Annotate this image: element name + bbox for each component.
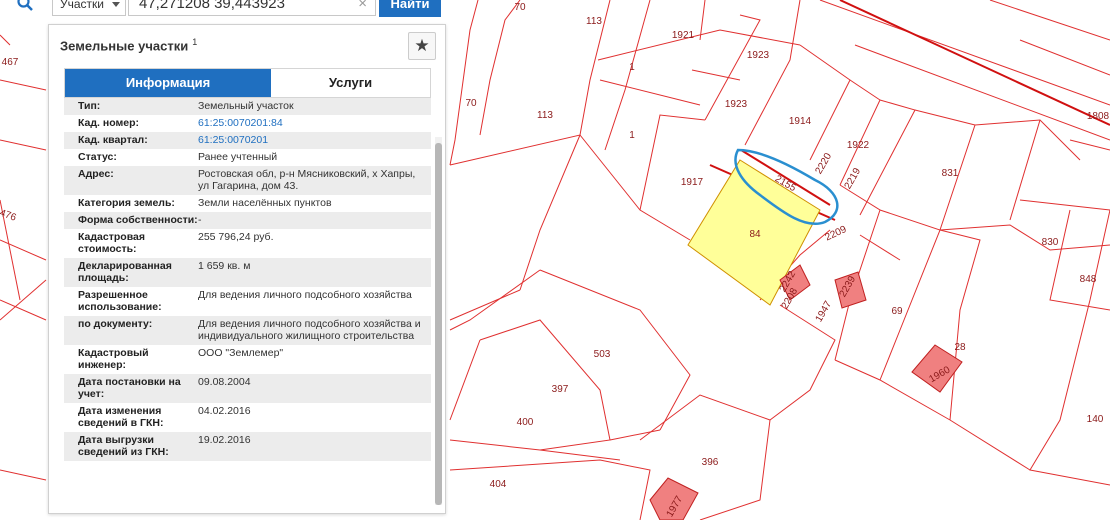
parcel-label: 2209 (824, 224, 849, 244)
panel-title-text: Земельные участки (60, 38, 189, 54)
parcel-label: 1914 (789, 116, 812, 127)
info-row-value: 255 796,24 руб. (198, 231, 274, 243)
info-row-key: Дата изменения сведений в ГКН: (78, 405, 164, 429)
info-row: Дата изменения сведений в ГКН: 04.02.2016 (64, 403, 431, 432)
info-row-key: Декларированная площадь: (78, 260, 172, 284)
search-icon (17, 0, 33, 11)
parcel-label: 2219 (843, 166, 864, 191)
parcel-label: 1917 (681, 177, 704, 188)
parcel-label: 397 (552, 384, 569, 395)
search-bar: Участки 47,271208 39,443923 × Найти (0, 0, 441, 18)
parcel-label: 1 (629, 62, 635, 73)
info-panel: Земельные участки 1 ★ Информация Услуги Т… (48, 24, 446, 514)
tab-info[interactable]: Информация (65, 69, 271, 97)
find-button[interactable]: Найти (379, 0, 441, 17)
parcel-label: 476 (0, 208, 18, 224)
info-row: Статус: Ранее учтенный (64, 149, 431, 166)
parcel-label: 113 (586, 16, 602, 27)
parcel-label: 1947 (814, 299, 835, 324)
info-row-key: Категория земель: (78, 197, 175, 209)
search-query: 47,271208 39,443923 (139, 0, 285, 12)
parcel-label: 140 (1087, 414, 1104, 425)
info-row-key: по документу: (78, 318, 153, 330)
parcel-label: 1922 (847, 140, 870, 151)
info-row-value: Для ведения личного подсобного хозяйства (198, 289, 412, 301)
parcel-label: 404 (490, 479, 507, 490)
search-input[interactable]: 47,271208 39,443923 × (128, 0, 376, 16)
parcel-label: 69 (891, 306, 903, 317)
panel-title-count: 1 (192, 37, 198, 47)
parcel-label: 28 (954, 342, 966, 353)
info-row: Декларированная площадь: 1 659 кв. м (64, 258, 431, 287)
info-row-value: Земельный участок (198, 100, 294, 112)
info-row: Кад. квартал: 61:25:0070201 (64, 132, 431, 149)
parcel-label: 1921 (672, 30, 695, 41)
info-row: Кадастровая стоимость: 255 796,24 руб. (64, 229, 431, 258)
info-row-key: Кад. номер: (78, 117, 140, 129)
info-row-value: Для ведения личного подсобного хозяйства… (198, 318, 421, 342)
favorite-button[interactable]: ★ (408, 32, 436, 60)
info-row-key: Дата постановки на учет: (78, 376, 181, 400)
parcel-label: 1923 (725, 99, 748, 110)
info-row-key: Кад. квартал: (78, 134, 148, 146)
info-row: Кадастровый инженер: ООО "Землемер" (64, 345, 431, 374)
info-row-link[interactable]: 61:25:0070201 (198, 134, 431, 146)
info-row-value: Земли населённых пунктов (198, 197, 332, 209)
parcel-label: 113 (537, 110, 553, 121)
search-button[interactable] (0, 0, 46, 18)
parcel-label: 70 (465, 98, 477, 109)
scrollbar-thumb[interactable] (435, 143, 442, 505)
parcel-label: 2220 (814, 151, 835, 176)
info-row: Тип: Земельный участок (64, 98, 431, 115)
info-row: по документу: Для ведения личного подсобн… (64, 316, 431, 345)
info-row-value: 1 659 кв. м (198, 260, 251, 272)
info-row: Форма собственности: - (64, 212, 431, 229)
info-row-key: Разрешенное использование: (78, 289, 162, 313)
info-row-value: 19.02.2016 (198, 434, 251, 446)
parcel-label: 1923 (747, 50, 770, 61)
info-row-key: Адрес: (78, 168, 114, 180)
info-row: Дата выгрузки сведений из ГКН: 19.02.2016 (64, 432, 431, 461)
info-row-link[interactable]: 61:25:0070201:84 (198, 117, 431, 129)
parcel-label: 1 (629, 130, 635, 141)
search-type-label: Участки (60, 0, 104, 11)
parcel-label: 467 (2, 57, 19, 68)
info-row-value: 09.08.2004 (198, 376, 251, 388)
info-row-key: Статус: (78, 151, 117, 163)
info-row-value: Ростовская обл, р-н Мясниковский, х Хапр… (198, 168, 416, 192)
info-row: Категория земель: Земли населённых пункто… (64, 195, 431, 212)
info-row-key: Кадастровая стоимость: (78, 231, 145, 255)
chevron-down-icon (112, 2, 120, 7)
parcel-label: 1808 (1087, 111, 1110, 122)
parcel-label: 848 (1080, 274, 1097, 285)
info-row-value: - (198, 214, 202, 226)
parcel-label: 84 (749, 229, 761, 240)
panel-tabs: Информация Услуги (64, 68, 431, 98)
info-row-value: Ранее учтенный (198, 151, 278, 163)
info-row-key: Дата выгрузки сведений из ГКН: (78, 434, 169, 458)
info-row-key: Форма собственности: (78, 214, 198, 226)
info-row-value: 04.02.2016 (198, 405, 251, 417)
parcel-label: 70 (514, 2, 526, 13)
star-icon: ★ (414, 36, 430, 55)
parcel-label: 400 (517, 417, 534, 428)
parcel-label: 503 (594, 349, 611, 360)
info-row-value: ООО "Землемер" (198, 347, 284, 359)
info-row-key: Тип: (78, 100, 101, 112)
panel-title: Земельные участки 1 (60, 37, 197, 53)
close-icon[interactable]: × (358, 0, 367, 15)
tab-services[interactable]: Услуги (271, 69, 430, 97)
info-row: Кад. номер: 61:25:0070201:84 (64, 115, 431, 132)
info-row-key: Кадастровый инженер: (78, 347, 149, 371)
parcel-label: 396 (702, 457, 719, 468)
info-row: Разрешенное использование: Для ведения ли… (64, 287, 431, 316)
search-type-select[interactable]: Участки (52, 0, 126, 16)
info-row: Дата постановки на учет: 09.08.2004 (64, 374, 431, 403)
info-table: Тип: Земельный участок Кад. номер: 61:25:00… (64, 98, 431, 461)
info-row: Адрес: Ростовская обл, р-н Мясниковский, … (64, 166, 431, 195)
parcel-label: 831 (942, 168, 959, 179)
parcel-label: 830 (1042, 237, 1059, 248)
